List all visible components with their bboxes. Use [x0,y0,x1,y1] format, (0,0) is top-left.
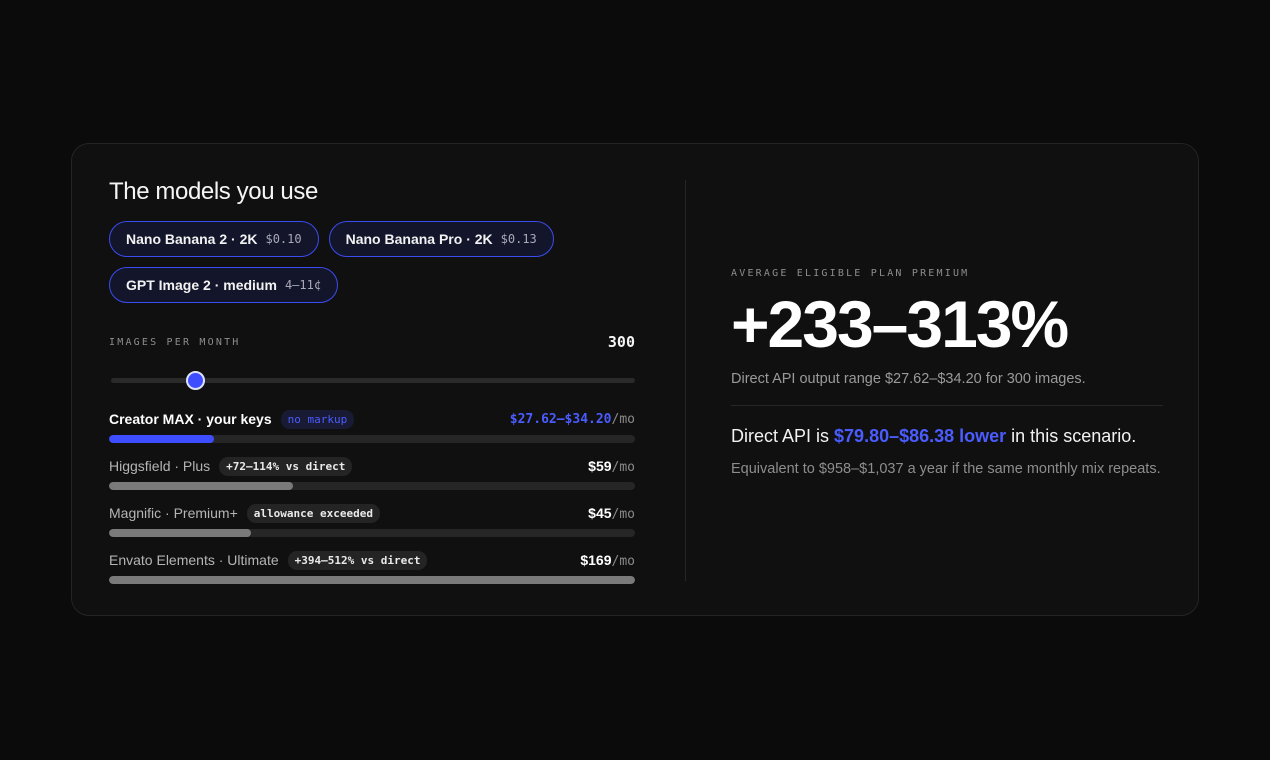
left-panel: The models you use Nano Banana 2 · 2K $0… [109,178,635,595]
plan-price: $27.62–$34.20/mo [509,411,635,427]
plan-name: Envato Elements · Ultimate [109,552,279,568]
plan-tag: +72–114% vs direct [219,456,353,476]
plan-bar-fill [109,576,635,584]
plan-tag: no markup [280,409,355,429]
plan-bar [109,529,635,537]
slider-header: IMAGES PER MONTH 300 [109,333,635,351]
plan-bar-fill [109,482,294,490]
models-title: The models you use [109,178,318,205]
plan-name: Creator MAX · your keys [109,411,272,427]
chip-name: GPT Image 2 · medium [126,277,277,293]
premium-value: +233–313% [731,287,1069,361]
plan-tag: allowance exceeded [246,503,380,523]
savings-highlight: $79.80–$86.38 lower [834,426,1007,446]
plan-comparison-list: Creator MAX · your keys no markup $27.62… [109,407,635,595]
chip-price: 4–11¢ [284,278,322,292]
savings-text: Direct API is $79.80–$86.38 lower in thi… [731,426,1137,446]
pricing-calculator-card: The models you use Nano Banana 2 · 2K $0… [71,143,1199,616]
plan-row-envato: Envato Elements · Ultimate +394–512% vs … [109,548,635,595]
chip-price: $0.13 [500,232,537,246]
plan-price: $45/mo [588,504,635,522]
slider-thumb[interactable] [186,371,206,390]
plan-bar-fill [109,435,215,443]
plan-row-higgsfield: Higgsfield · Plus +72–114% vs direct $59… [109,454,635,501]
plan-row-creator-max: Creator MAX · your keys no markup $27.62… [109,407,635,454]
plan-price: $59/mo [588,457,635,475]
api-range-text: Direct API output range $27.62–$34.20 fo… [731,371,1086,387]
plan-row-magnific: Magnific · Premium+ allowance exceeded $… [109,501,635,548]
plan-name: Higgsfield · Plus [109,458,211,474]
chip-name: Nano Banana 2 · 2K [126,231,258,247]
chip-price: $0.10 [265,232,302,246]
summary-divider [731,405,1163,406]
chip-name: Nano Banana Pro · 2K [345,231,493,247]
summary-panel: AVERAGE ELIGIBLE PLAN PREMIUM +233–313% … [731,268,1163,480]
plan-price: $169/mo [580,551,635,569]
model-chip-nano-banana-2[interactable]: Nano Banana 2 · 2K $0.10 [109,221,319,257]
model-chip-gpt-image-2[interactable]: GPT Image 2 · medium 4–11¢ [109,267,339,303]
model-chip-nano-banana-pro[interactable]: Nano Banana Pro · 2K $0.13 [328,221,554,257]
images-per-month-label: IMAGES PER MONTH [109,336,241,348]
plan-tag: +394–512% vs direct [287,550,428,570]
plan-bar [109,576,635,584]
plan-bar [109,482,635,490]
images-per-month-value: 300 [607,333,635,351]
panel-divider [685,180,686,581]
yearly-equivalent-text: Equivalent to $958–$1,037 a year if the … [731,461,1161,477]
premium-label: AVERAGE ELIGIBLE PLAN PREMIUM [731,268,970,279]
plan-bar-fill [109,529,252,537]
plan-bar [109,435,635,443]
model-chip-list: Nano Banana 2 · 2K $0.10 Nano Banana Pro… [109,221,579,303]
plan-name: Magnific · Premium+ [109,505,238,521]
images-per-month-slider[interactable] [109,371,635,391]
